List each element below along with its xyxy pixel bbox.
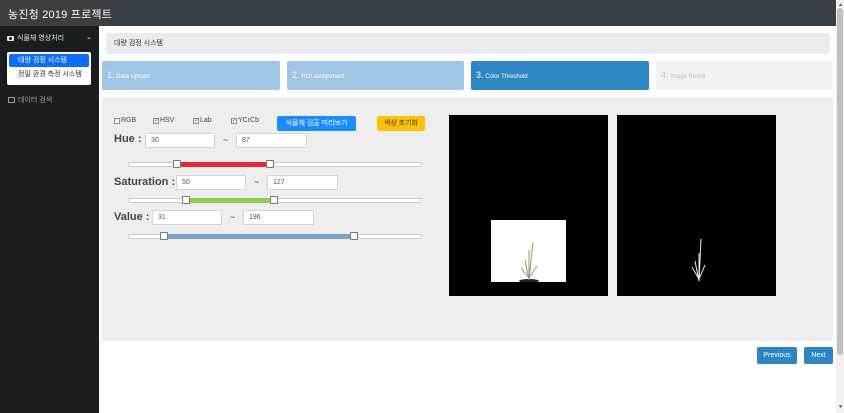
step-color-threshold[interactable]: 3. Color Threshold bbox=[471, 61, 649, 90]
sidebar-item-precision-env[interactable]: 정밀 환경 측정 시스템 bbox=[9, 68, 89, 81]
preview-detection-button[interactable]: 식물체 검출 미리보기 bbox=[277, 116, 356, 131]
plant-mask-image bbox=[691, 238, 706, 282]
next-button[interactable]: Next bbox=[804, 347, 833, 364]
step-label: Image Result bbox=[670, 74, 706, 80]
value-label: Value : bbox=[114, 211, 150, 223]
value-max-input[interactable]: 196 bbox=[243, 210, 314, 225]
hue-label: Hue : bbox=[114, 133, 142, 145]
roi-image bbox=[491, 220, 566, 283]
saturation-max-input[interactable]: 127 bbox=[267, 175, 338, 190]
sidebar-item-data-search[interactable]: 데이터 검색 bbox=[8, 95, 52, 105]
saturation-max-handle[interactable] bbox=[270, 196, 279, 204]
checkbox-label: HSV bbox=[160, 117, 175, 124]
checkbox-label: RGB bbox=[121, 117, 137, 124]
saturation-min-handle[interactable] bbox=[181, 196, 190, 204]
sidebar: 식물체 영상처리 ⌄ 대량 검정 시스템 정밀 환경 측정 시스템 데이터 검색 bbox=[0, 26, 99, 413]
range-separator: ~ bbox=[223, 135, 229, 145]
breadcrumb: 대량 검정 시스템 bbox=[106, 33, 830, 54]
step-roi-assignment[interactable]: 2. ROI assignment bbox=[287, 61, 464, 90]
app-title: 농진청 2019 프로젝트 bbox=[8, 9, 113, 21]
range-separator: ~ bbox=[230, 212, 236, 222]
step-label: Color Threshold bbox=[485, 74, 528, 80]
top-bar: 농진청 2019 프로젝트 bbox=[0, 0, 836, 26]
value-max-handle[interactable] bbox=[350, 232, 359, 240]
reset-color-button[interactable]: 색상 초기화 bbox=[377, 116, 425, 131]
threshold-result-image bbox=[617, 115, 776, 296]
page-scrollbar[interactable]: ▲ ▼ bbox=[836, 0, 844, 413]
checkbox-rgb[interactable]: RGB bbox=[114, 117, 136, 124]
sidebar-item-mass-test[interactable]: 대량 검정 시스템 bbox=[9, 54, 89, 67]
checkbox-label: Lab bbox=[200, 117, 212, 124]
hue-slider-track[interactable] bbox=[128, 162, 422, 167]
sidebar-submenu: 대량 검정 시스템 정밀 환경 측정 시스템 bbox=[7, 52, 91, 85]
checkbox-box[interactable]: ✓ bbox=[231, 117, 237, 124]
step-label: ROI assignment bbox=[301, 74, 345, 80]
scrollbar-thumb[interactable] bbox=[837, 8, 843, 355]
step-number: 2. bbox=[292, 70, 300, 80]
step-image-result[interactable]: 4. Image Result bbox=[656, 61, 833, 90]
camera-icon bbox=[7, 35, 14, 41]
saturation-min-input[interactable]: 50 bbox=[176, 175, 246, 190]
value-min-input[interactable]: 31 bbox=[152, 210, 222, 225]
checkbox-box[interactable] bbox=[114, 117, 120, 124]
step-data-upload[interactable]: 1. Data Upload bbox=[102, 61, 280, 90]
checkbox-label: YCrCb bbox=[238, 117, 260, 124]
range-separator: ~ bbox=[254, 177, 260, 187]
previous-button[interactable]: Previous bbox=[757, 347, 797, 364]
sidebar-search-label: 데이터 검색 bbox=[18, 97, 53, 104]
checkbox-box[interactable]: ✓ bbox=[193, 117, 199, 124]
hue-max-input[interactable]: 87 bbox=[236, 133, 307, 148]
value-slider-range bbox=[163, 234, 355, 239]
hue-min-handle[interactable] bbox=[173, 160, 182, 168]
saturation-slider-range bbox=[185, 198, 275, 203]
plant-image bbox=[519, 241, 539, 283]
value-min-handle[interactable] bbox=[159, 232, 168, 240]
sidebar-group-label: 식물체 영상처리 bbox=[17, 35, 65, 42]
checkbox-lab[interactable]: ✓ Lab bbox=[193, 117, 212, 124]
table-icon bbox=[8, 97, 15, 103]
checkbox-hsv[interactable]: ✓ HSV bbox=[153, 117, 174, 124]
step-label: Data Upload bbox=[116, 74, 150, 80]
hue-min-input[interactable]: 30 bbox=[145, 133, 215, 148]
checkbox-ycrcb[interactable]: ✓ YCrCb bbox=[231, 117, 259, 124]
step-number: 4. bbox=[661, 70, 669, 80]
hue-slider-range bbox=[177, 162, 270, 167]
step-number: 1. bbox=[107, 70, 115, 80]
hue-max-handle[interactable] bbox=[266, 160, 274, 168]
step-number: 3. bbox=[476, 70, 484, 80]
scroll-down-icon[interactable]: ▼ bbox=[838, 404, 843, 410]
checkbox-box[interactable]: ✓ bbox=[153, 117, 159, 124]
sidebar-group-image-processing[interactable]: 식물체 영상처리 bbox=[7, 33, 64, 43]
chevron-down-icon[interactable]: ⌄ bbox=[86, 33, 92, 41]
saturation-label: Saturation : bbox=[114, 176, 176, 188]
